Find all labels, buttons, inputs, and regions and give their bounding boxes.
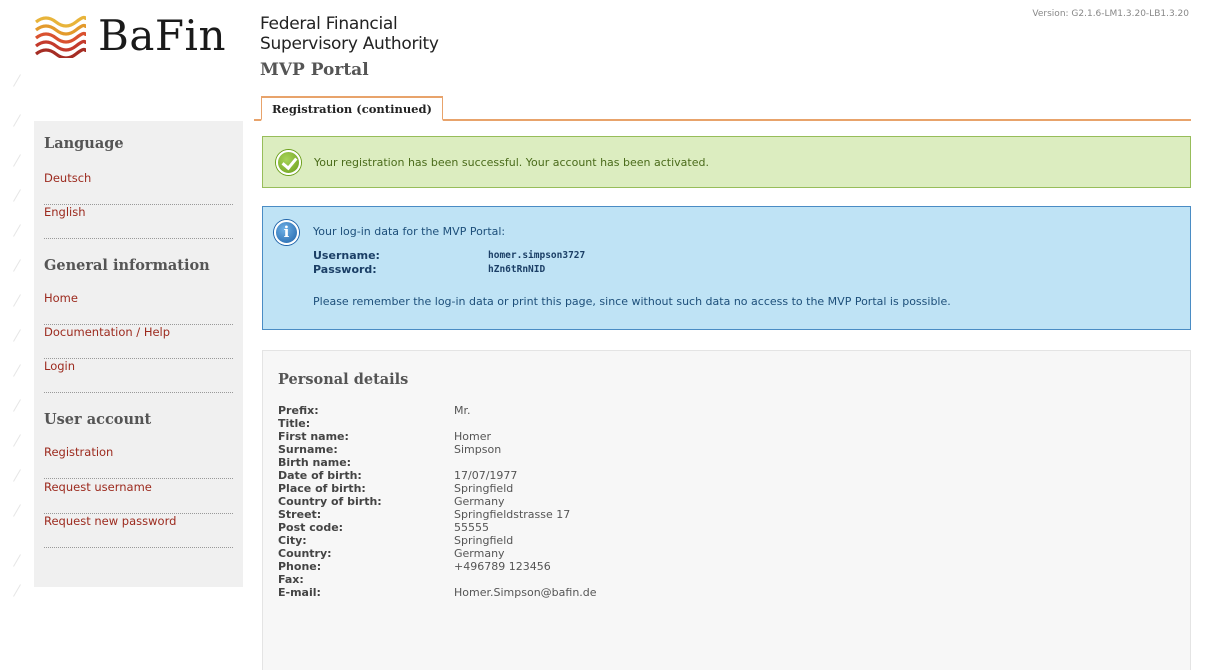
detail-value: Germany (454, 547, 505, 560)
success-message: Your registration has been successful. Y… (314, 156, 709, 169)
sidebar-item-deutsch[interactable]: Deutsch (44, 171, 233, 205)
personal-details-heading: Personal details (278, 371, 409, 388)
detail-value: +496789 123456 (454, 560, 551, 573)
detail-label: Date of birth: (278, 469, 362, 482)
detail-label: Post code: (278, 521, 344, 534)
detail-value: Springfield (454, 534, 514, 547)
detail-label: Country of birth: (278, 495, 382, 508)
detail-label: Surname: (278, 443, 338, 456)
sidebar-item-request-password[interactable]: Request new password (44, 514, 233, 548)
login-data-box: i Your log-in data for the MVP Portal: U… (262, 206, 1191, 330)
detail-label: First name: (278, 430, 349, 443)
detail-value: Germany (454, 495, 505, 508)
portal-title: MVP Portal (260, 60, 369, 80)
checkmark-circle-icon (276, 150, 301, 175)
detail-value: Mr. (454, 404, 471, 417)
password-label: Password: (313, 263, 377, 276)
authority-line-1: Federal Financial (260, 14, 398, 34)
success-message-box: Your registration has been successful. Y… (262, 136, 1191, 188)
bafin-logo[interactable]: BaFin (34, 14, 226, 58)
username-label: Username: (313, 249, 380, 262)
detail-label: Country: (278, 547, 332, 560)
sidebar-item-home[interactable]: Home (44, 291, 233, 325)
authority-line-2: Supervisory Authority (260, 34, 439, 54)
sidebar-item-registration[interactable]: Registration (44, 445, 233, 479)
username-value: homer.simpson3727 (488, 250, 586, 261)
detail-label: City: (278, 534, 307, 547)
password-value: hZn6tRnNID (488, 264, 546, 275)
bafin-wave-logo-icon (35, 15, 86, 58)
sidebar-item-request-username[interactable]: Request username (44, 480, 233, 514)
detail-value: Simpson (454, 443, 502, 456)
decorative-strip (0, 60, 34, 620)
login-data-intro: Your log-in data for the MVP Portal: (313, 225, 506, 238)
detail-value: Homer.Simpson@bafin.de (454, 586, 597, 599)
sidebar-item-documentation[interactable]: Documentation / Help (44, 325, 233, 359)
detail-label: Birth name: (278, 456, 352, 469)
login-data-note: Please remember the log-in data or print… (313, 295, 951, 308)
detail-label: Fax: (278, 573, 304, 586)
sidebar-item-english[interactable]: English (44, 205, 233, 239)
sidebar-heading-user-account: User account (44, 411, 152, 428)
logo-text: BaFin (98, 11, 227, 60)
personal-details-panel: Personal details Prefix: Mr. Title: First… (262, 350, 1191, 670)
detail-label: Place of birth: (278, 482, 366, 495)
detail-label: Street: (278, 508, 322, 521)
authority-name: Federal Financial Supervisory Authority (260, 14, 439, 54)
detail-label: E-mail: (278, 586, 321, 599)
sidebar-heading-language: Language (44, 135, 124, 152)
detail-value: 17/07/1977 (454, 469, 518, 482)
sidebar: Language Deutsch English General informa… (34, 121, 243, 587)
tab-registration-continued[interactable]: Registration (continued) (261, 96, 443, 121)
detail-value: Springfieldstrasse 17 (454, 508, 571, 521)
sidebar-heading-general: General information (44, 257, 210, 274)
info-circle-icon: i (274, 220, 299, 245)
detail-label: Phone: (278, 560, 322, 573)
detail-label: Title: (278, 417, 311, 430)
version-label: Version: G2.1.6-LM1.3.20-LB1.3.20 (1032, 9, 1189, 19)
sidebar-item-login[interactable]: Login (44, 359, 233, 393)
detail-value: 55555 (454, 521, 489, 534)
detail-label: Prefix: (278, 404, 319, 417)
detail-value: Springfield (454, 482, 514, 495)
detail-value: Homer (454, 430, 492, 443)
